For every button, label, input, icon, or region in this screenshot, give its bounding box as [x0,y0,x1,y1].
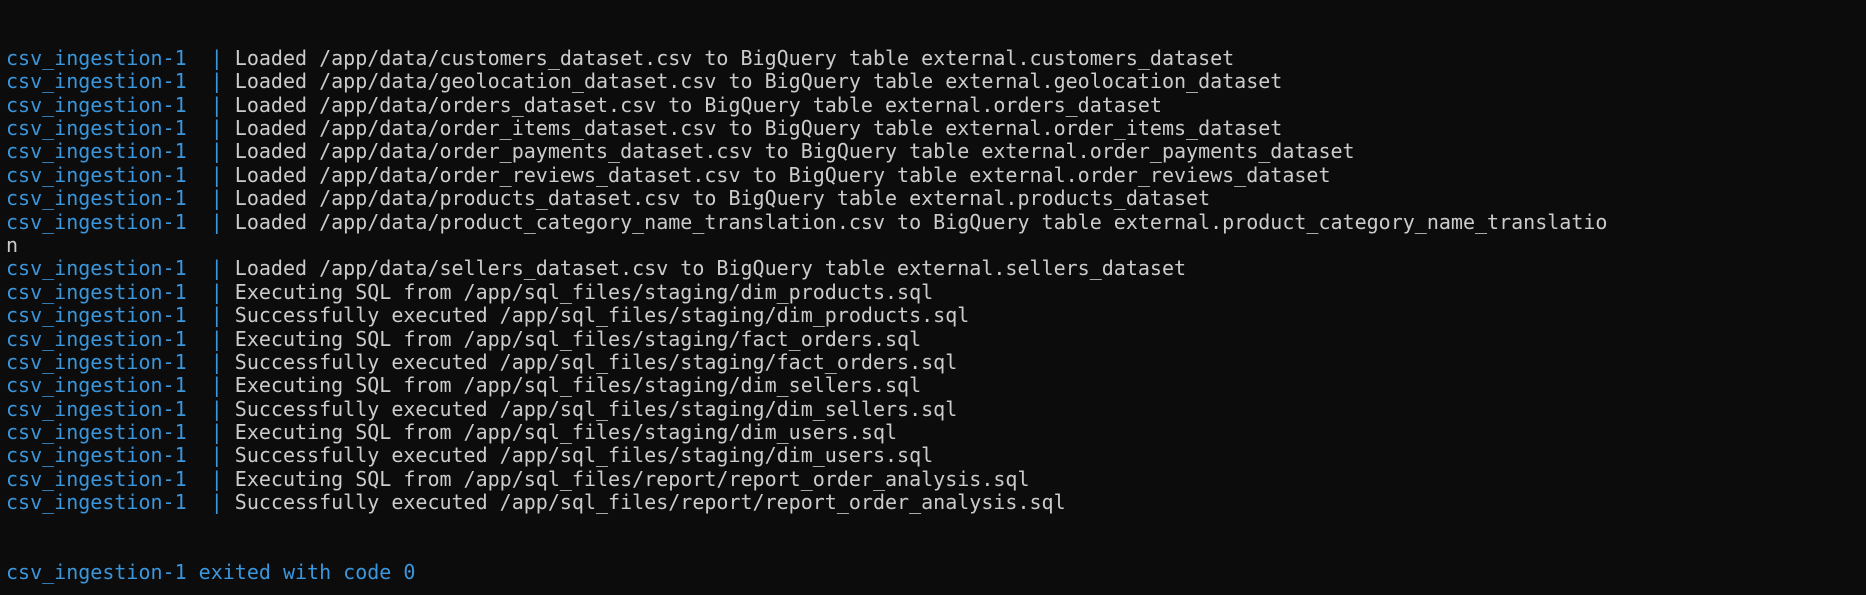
log-line: csv_ingestion-1 | Loaded /app/data/order… [6,162,1866,187]
log-line: csv_ingestion-1 | Loaded /app/data/produ… [6,186,1866,211]
container-prefix: csv_ingestion-1 | [6,92,235,117]
log-line: csv_ingestion-1 | Loaded /app/data/order… [6,92,1866,117]
container-prefix: csv_ingestion-1 | [6,139,235,164]
log-message: Loaded /app/data/product_category_name_t… [234,209,1608,234]
log-line: csv_ingestion-1 | Loaded /app/data/geolo… [6,70,1866,93]
log-message: Executing SQL from /app/sql_files/report… [234,466,1030,491]
container-prefix: csv_ingestion-1 | [6,303,235,328]
log-message: Successfully executed /app/sql_files/sta… [234,396,958,421]
log-message: n [6,232,19,257]
log-message: Loaded /app/data/order_reviews_dataset.c… [234,162,1331,187]
log-message: Executing SQL from /app/sql_files/stagin… [234,279,934,304]
log-message: Executing SQL from /app/sql_files/stagin… [234,420,898,445]
container-prefix: csv_ingestion-1 | [6,69,235,94]
log-message: Executing SQL from /app/sql_files/stagin… [234,373,922,398]
log-message: Successfully executed /app/sql_files/rep… [234,490,1066,515]
log-line: csv_ingestion-1 | Executing SQL from /ap… [6,279,1866,304]
container-prefix: csv_ingestion-1 | [6,162,235,187]
log-line: csv_ingestion-1 | Successfully executed … [6,491,1866,514]
log-message: Loaded /app/data/order_items_dataset.csv… [234,115,1283,140]
container-prefix: csv_ingestion-1 | [6,420,235,445]
log-line: csv_ingestion-1 | Executing SQL from /ap… [6,374,1866,397]
log-line: csv_ingestion-1 | Executing SQL from /ap… [6,326,1866,351]
log-message: Loaded /app/data/products_dataset.csv to… [234,186,1211,211]
log-lines: csv_ingestion-1 | Loaded /app/data/custo… [6,45,1866,515]
log-line: csv_ingestion-1 | Successfully executed … [6,303,1866,328]
container-prefix: csv_ingestion-1 | [6,256,235,281]
log-message: Loaded /app/data/geolocation_dataset.csv… [234,69,1283,94]
log-message: Successfully executed /app/sql_files/sta… [234,349,958,374]
terminal-output[interactable]: csv_ingestion-1 | Loaded /app/data/custo… [6,0,1866,595]
container-prefix: csv_ingestion-1 | [6,209,235,234]
log-line: csv_ingestion-1 | Executing SQL from /ap… [6,420,1866,445]
container-prefix: csv_ingestion-1 | [6,115,235,140]
container-prefix: csv_ingestion-1 | [6,490,235,515]
container-prefix: csv_ingestion-1 | [6,443,235,468]
container-prefix: csv_ingestion-1 | [6,326,235,351]
log-message: Successfully executed /app/sql_files/sta… [234,303,970,328]
log-message: Loaded /app/data/orders_dataset.csv to B… [234,92,1162,117]
container-prefix: csv_ingestion-1 | [6,349,235,374]
log-message: Executing SQL from /app/sql_files/stagin… [234,326,922,351]
log-message: Loaded /app/data/sellers_dataset.csv to … [234,256,1187,281]
container-prefix: csv_ingestion-1 | [6,373,235,398]
log-message: Loaded /app/data/order_payments_dataset.… [234,139,1355,164]
log-line: csv_ingestion-1 | Loaded /app/data/order… [6,115,1866,140]
log-line: n [6,232,1866,257]
container-prefix: csv_ingestion-1 | [6,279,235,304]
container-prefix: csv_ingestion-1 | [6,396,235,421]
exit-status-line: csv_ingestion-1 exited with code 0 [6,560,416,585]
log-line: csv_ingestion-1 | Loaded /app/data/selle… [6,257,1866,280]
log-line: csv_ingestion-1 | Successfully executed … [6,349,1866,374]
log-message: Loaded /app/data/customers_dataset.csv t… [234,45,1235,70]
container-prefix: csv_ingestion-1 | [6,186,235,211]
log-line: csv_ingestion-1 | Executing SQL from /ap… [6,466,1866,491]
log-message: Successfully executed /app/sql_files/sta… [234,443,934,468]
log-line: csv_ingestion-1 | Loaded /app/data/order… [6,140,1866,163]
log-line: csv_ingestion-1 | Successfully executed … [6,396,1866,421]
container-prefix: csv_ingestion-1 | [6,466,235,491]
log-line: csv_ingestion-1 | Successfully executed … [6,444,1866,467]
container-prefix: csv_ingestion-1 | [6,45,235,70]
log-line: csv_ingestion-1 | Loaded /app/data/produ… [6,209,1866,234]
log-line: csv_ingestion-1 | Loaded /app/data/custo… [6,45,1866,70]
